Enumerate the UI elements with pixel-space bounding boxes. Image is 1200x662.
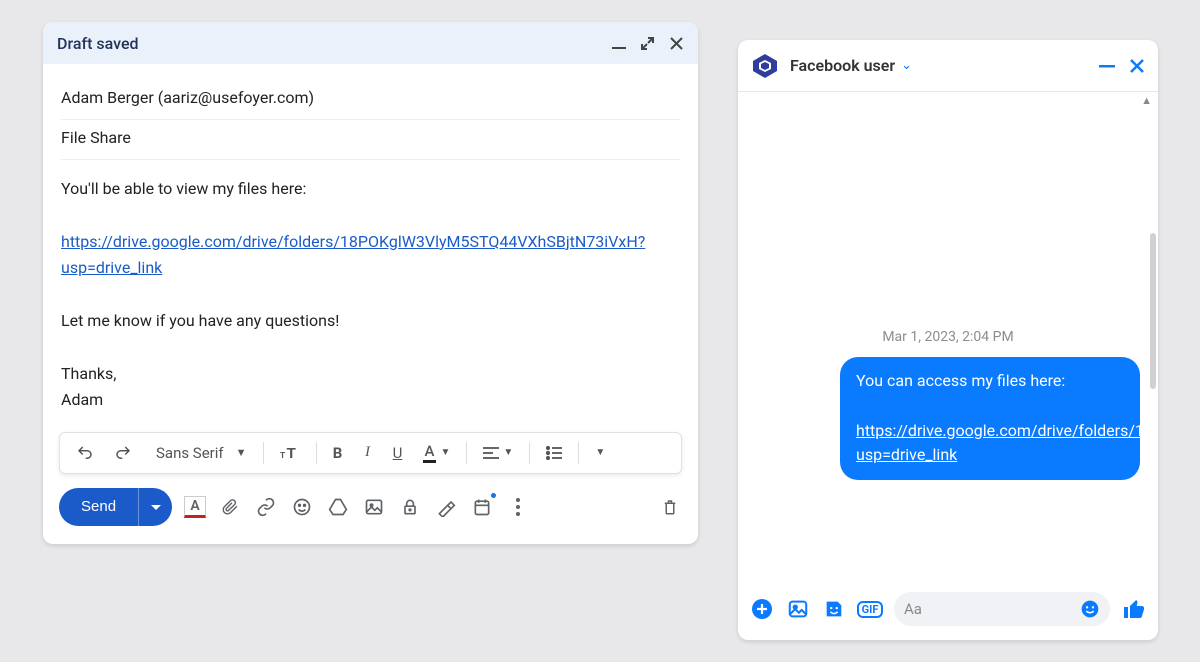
discard-draft-icon[interactable] — [658, 495, 682, 519]
attachment-icon[interactable] — [218, 495, 242, 519]
scrollbar[interactable] — [1150, 233, 1156, 389]
signature-icon[interactable] — [434, 495, 458, 519]
underline-button[interactable]: U — [385, 438, 411, 468]
text-color-button[interactable]: A ▼ — [415, 436, 459, 469]
emoji-picker-icon[interactable] — [1080, 599, 1100, 619]
gif-label: GIF — [857, 601, 884, 618]
svg-text:T: T — [280, 450, 285, 460]
confidential-mode-icon[interactable] — [398, 495, 422, 519]
svg-text:T: T — [286, 445, 295, 462]
insert-link-icon[interactable] — [254, 495, 278, 519]
divider — [466, 442, 467, 464]
chevron-down-icon: ▼ — [503, 447, 513, 458]
chat-header-controls — [1098, 57, 1146, 75]
formatting-toolbar: Sans Serif ▼ TT B I U A ▼ ▼ ▼ — [59, 432, 682, 474]
chevron-down-icon: ▼ — [440, 447, 450, 458]
message-link[interactable]: https://drive.google.com/drive/folders/1… — [856, 421, 1158, 465]
draft-saved-title: Draft saved — [57, 34, 139, 53]
schedule-icon[interactable] — [470, 495, 494, 519]
add-action-icon[interactable] — [750, 598, 774, 620]
message-text-line: You can access my files here: — [856, 369, 1124, 394]
chevron-down-icon: ▼ — [236, 446, 247, 459]
divider — [263, 442, 264, 464]
undo-button[interactable] — [68, 438, 102, 468]
email-signoff1: Thanks, — [61, 361, 680, 387]
scroll-up-arrow-icon[interactable]: ▲ — [738, 92, 1158, 107]
email-compose-window: Draft saved Adam Berger (aariz@usefoyer.… — [43, 22, 698, 544]
emoji-icon[interactable] — [290, 495, 314, 519]
redo-button[interactable] — [106, 438, 140, 468]
chat-input[interactable]: Aa — [894, 592, 1110, 626]
close-icon[interactable] — [1128, 57, 1146, 75]
email-line-intro: You'll be able to view my files here: — [61, 176, 680, 202]
italic-button[interactable]: I — [355, 438, 381, 467]
email-header: Draft saved — [43, 22, 698, 64]
email-signoff2: Adam — [61, 387, 680, 413]
send-options-button[interactable] — [138, 488, 172, 526]
chat-header: Facebook user ⌄ — [738, 40, 1158, 92]
notification-dot — [491, 493, 496, 498]
chevron-down-icon: ▼ — [595, 447, 605, 458]
attach-image-icon[interactable] — [786, 598, 810, 620]
window-controls — [612, 36, 684, 51]
minimize-icon[interactable] — [612, 36, 626, 50]
text-color-A-icon: A — [423, 442, 437, 463]
chat-message-area: Mar 1, 2023, 2:04 PM You can access my f… — [738, 107, 1158, 586]
insert-image-icon[interactable] — [362, 495, 386, 519]
more-options-icon[interactable] — [506, 495, 530, 519]
more-formatting-button[interactable]: ▼ — [587, 441, 613, 464]
compose-bottom-bar: Send A — [43, 474, 698, 544]
align-button[interactable]: ▼ — [475, 440, 521, 466]
drive-icon[interactable] — [326, 495, 350, 519]
font-family-label: Sans Serif — [152, 444, 228, 462]
font-size-button[interactable]: TT — [272, 438, 308, 468]
sent-message-bubble: You can access my files here: https://dr… — [840, 357, 1140, 480]
minimize-icon[interactable] — [1098, 57, 1116, 75]
thumbs-up-icon[interactable] — [1122, 597, 1146, 621]
chat-timestamp: Mar 1, 2023, 2:04 PM — [750, 329, 1146, 345]
font-family-dropdown[interactable]: Sans Serif ▼ — [144, 438, 255, 468]
close-icon[interactable] — [669, 36, 684, 51]
divider — [316, 442, 317, 464]
chat-title[interactable]: Facebook user — [790, 56, 895, 75]
divider — [529, 442, 530, 464]
sticker-icon[interactable] — [822, 598, 846, 620]
list-button[interactable] — [538, 440, 570, 466]
send-button[interactable]: Send — [59, 488, 138, 526]
share-link[interactable]: https://drive.google.com/drive/folders/1… — [61, 232, 645, 277]
recipient-field[interactable]: Adam Berger (aariz@usefoyer.com) — [61, 80, 680, 120]
chat-composer-bar: GIF Aa — [738, 586, 1158, 640]
chat-avatar-icon[interactable] — [750, 51, 780, 81]
subject-field[interactable]: File Share — [61, 120, 680, 160]
fullscreen-icon[interactable] — [640, 36, 655, 51]
chat-input-placeholder: Aa — [904, 600, 922, 618]
gif-icon[interactable]: GIF — [858, 601, 882, 618]
email-line-outro: Let me know if you have any questions! — [61, 308, 680, 334]
send-button-group: Send — [59, 488, 172, 526]
bold-button[interactable]: B — [325, 438, 351, 468]
chat-window: Facebook user ⌄ ▲ Mar 1, 2023, 2:04 PM Y… — [738, 40, 1158, 640]
divider — [578, 442, 579, 464]
email-body: Adam Berger (aariz@usefoyer.com) File Sh… — [43, 64, 698, 422]
email-content-area[interactable]: You'll be able to view my files here: ht… — [61, 160, 680, 414]
formatting-options-icon[interactable]: A — [184, 496, 206, 518]
chevron-down-icon[interactable]: ⌄ — [901, 58, 912, 73]
